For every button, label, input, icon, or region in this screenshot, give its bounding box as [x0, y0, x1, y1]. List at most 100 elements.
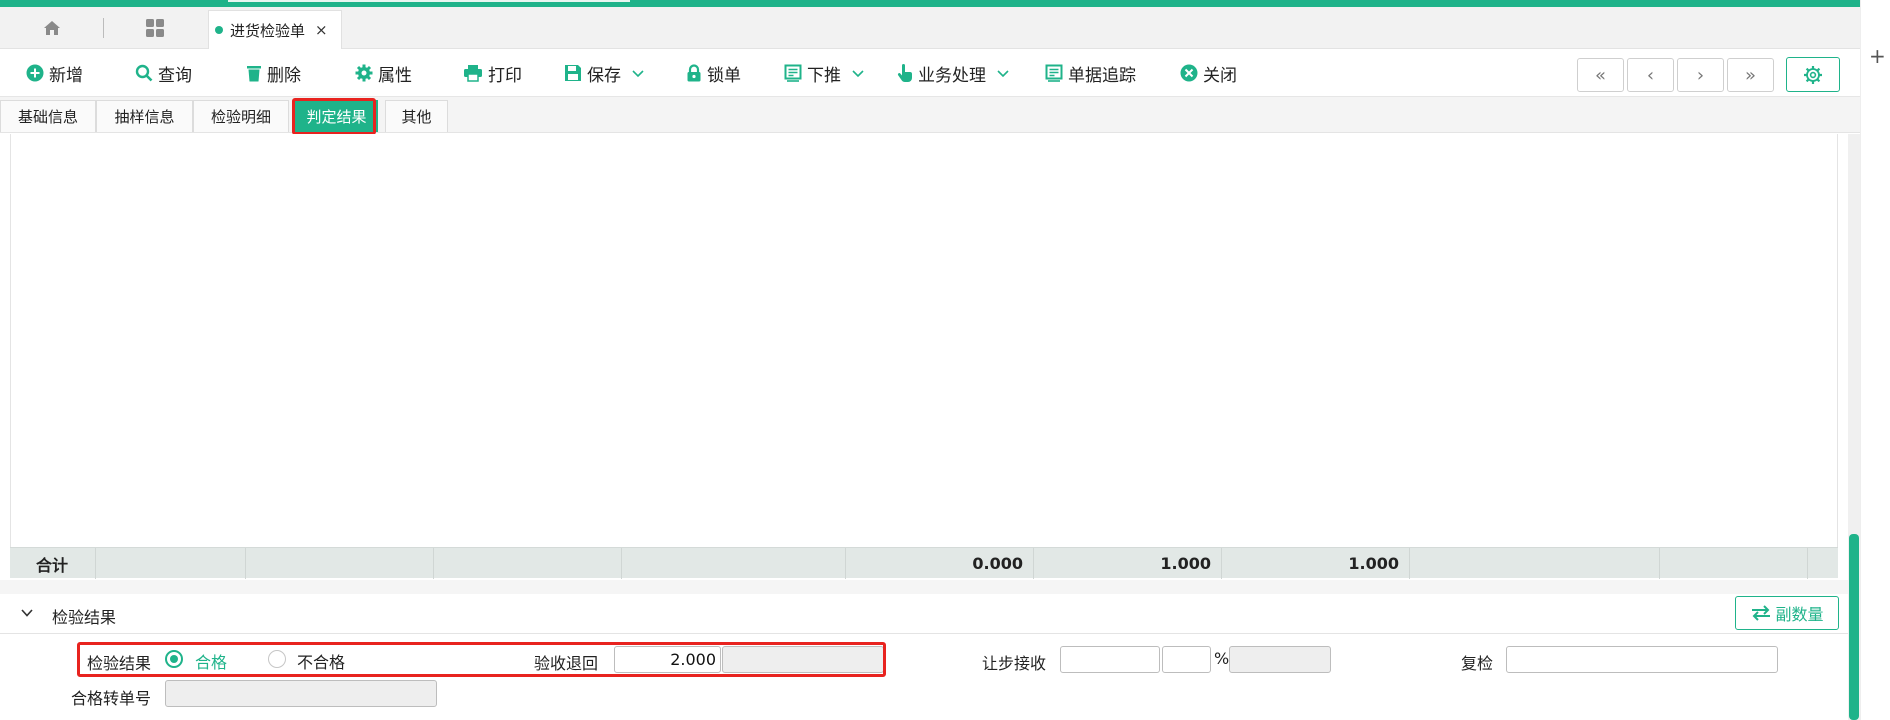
active-dot-icon	[215, 26, 223, 34]
push-down-button[interactable]: 下推	[784, 49, 870, 97]
secondary-quantity-label: 副数量	[1775, 605, 1824, 624]
new-button[interactable]: 新增	[26, 49, 83, 97]
pass-radio-label[interactable]: 合格	[195, 649, 227, 673]
business-process-label: 业务处理	[918, 65, 986, 86]
total-cell	[622, 548, 846, 579]
document-trace-icon	[1045, 64, 1063, 82]
inspection-result-section-header: 检验结果 副数量	[0, 594, 1848, 634]
save-icon	[565, 65, 581, 81]
tab-sampling-info[interactable]: 抽样信息	[96, 100, 193, 132]
inspection-result-form: 检验结果 合格 不合格 验收退回 2.000 让步接收 % 复检 合格转单号	[0, 635, 1848, 720]
lock-icon	[687, 64, 701, 82]
chevron-down-icon[interactable]	[631, 68, 645, 78]
result-grid	[10, 134, 1838, 578]
plus-circle-icon	[26, 64, 44, 82]
settings-button[interactable]	[1786, 57, 1840, 92]
document-trace-label: 单据追踪	[1068, 65, 1136, 86]
vertical-scrollbar[interactable]	[1848, 134, 1860, 720]
grid-icon	[146, 19, 164, 37]
toolbar: 新增 查询 删除 属性 打印 保存 锁单 下推 业务处理 单据追踪 关闭 « ‹…	[0, 49, 1860, 97]
search-icon	[135, 64, 153, 82]
total-cell	[1410, 548, 1660, 579]
tab-strip: 进货检验单 ×	[0, 7, 1860, 49]
query-label: 查询	[158, 65, 192, 86]
lock-label: 锁单	[707, 65, 741, 86]
total-label: 合计	[10, 548, 96, 579]
document-list-icon	[784, 64, 802, 82]
section-title: 检验结果	[52, 608, 117, 627]
return-label: 验收退回	[534, 654, 599, 673]
doc-tab-label: 进货检验单	[230, 21, 306, 40]
gear-icon	[355, 64, 373, 82]
total-value: 1.000	[1222, 548, 1410, 579]
close-button[interactable]: 关闭	[1180, 49, 1237, 97]
new-label: 新增	[49, 65, 83, 86]
printer-icon	[464, 65, 482, 82]
chevron-down-icon[interactable]	[851, 68, 865, 78]
concession-quantity-input[interactable]	[1060, 646, 1160, 673]
query-button[interactable]: 查询	[135, 49, 192, 97]
total-cell	[96, 548, 246, 579]
grid-total-row: 合计 0.000 1.000 1.000	[10, 547, 1838, 579]
tab-basic-info[interactable]: 基础信息	[0, 100, 96, 132]
recheck-label: 复检	[1461, 654, 1494, 673]
concession-percent-input[interactable]	[1162, 646, 1211, 673]
prev-record-button[interactable]: ‹	[1627, 58, 1674, 92]
print-label: 打印	[488, 65, 522, 86]
properties-button[interactable]: 属性	[355, 49, 412, 97]
return-quantity-input[interactable]: 2.000	[614, 646, 721, 673]
delete-button[interactable]: 删除	[246, 49, 301, 97]
scrollbar-thumb[interactable]	[1849, 534, 1859, 720]
last-record-button[interactable]: »	[1727, 58, 1774, 92]
next-record-button[interactable]: ›	[1677, 58, 1724, 92]
tab-judgement-result[interactable]: 判定结果	[295, 100, 378, 132]
fail-radio-label[interactable]: 不合格	[297, 649, 345, 673]
close-label: 关闭	[1203, 65, 1237, 86]
push-down-label: 下推	[807, 65, 841, 86]
tab-divider	[103, 18, 104, 38]
first-record-button[interactable]: «	[1577, 58, 1624, 92]
home-icon	[44, 21, 60, 35]
tab-inspection-detail[interactable]: 检验明细	[193, 100, 289, 132]
business-process-button[interactable]: 业务处理	[897, 49, 1015, 97]
delete-label: 删除	[267, 65, 301, 86]
trash-icon	[247, 66, 261, 82]
section-divider	[0, 580, 1848, 594]
secondary-quantity-button[interactable]: 副数量	[1735, 596, 1839, 630]
percent-sign: %	[1214, 649, 1230, 668]
total-cell	[1660, 548, 1808, 579]
concession-label: 让步接收	[982, 654, 1047, 673]
home-tab[interactable]	[20, 7, 84, 49]
return-unit-field	[722, 646, 884, 673]
total-cell	[434, 548, 622, 579]
properties-label: 属性	[378, 65, 412, 86]
right-side-panel: +	[1860, 0, 1890, 720]
recheck-input[interactable]	[1506, 646, 1778, 673]
tab-incoming-inspection[interactable]: 进货检验单 ×	[208, 10, 342, 49]
result-label: 检验结果	[87, 654, 152, 673]
pass-radio[interactable]	[165, 650, 183, 668]
tab-other[interactable]: 其他	[385, 100, 448, 132]
total-value: 0.000	[846, 548, 1034, 579]
chevron-down-icon[interactable]	[996, 68, 1010, 78]
gear-icon	[1804, 65, 1822, 84]
document-trace-button[interactable]: 单据追踪	[1045, 49, 1136, 97]
chevron-down-icon[interactable]	[20, 607, 34, 619]
plus-icon[interactable]: +	[1869, 44, 1886, 68]
fail-radio[interactable]	[268, 650, 286, 668]
detail-tabs: 基础信息 抽样信息 检验明细 判定结果 其他	[0, 97, 1860, 133]
close-tab-icon[interactable]: ×	[315, 21, 328, 39]
top-accent-highlight	[228, 0, 630, 2]
pass-transfer-label: 合格转单号	[71, 689, 152, 708]
swap-arrows-icon	[1752, 605, 1771, 621]
apps-tab[interactable]	[120, 7, 190, 49]
print-button[interactable]: 打印	[463, 49, 522, 97]
total-value: 1.000	[1034, 548, 1222, 579]
pointer-hand-icon	[897, 63, 912, 82]
concession-unit-field	[1229, 646, 1331, 673]
lock-button[interactable]: 锁单	[686, 49, 741, 97]
save-button[interactable]: 保存	[564, 49, 650, 97]
total-cell	[246, 548, 434, 579]
pass-transfer-number-field	[165, 680, 437, 707]
save-label: 保存	[587, 65, 621, 86]
